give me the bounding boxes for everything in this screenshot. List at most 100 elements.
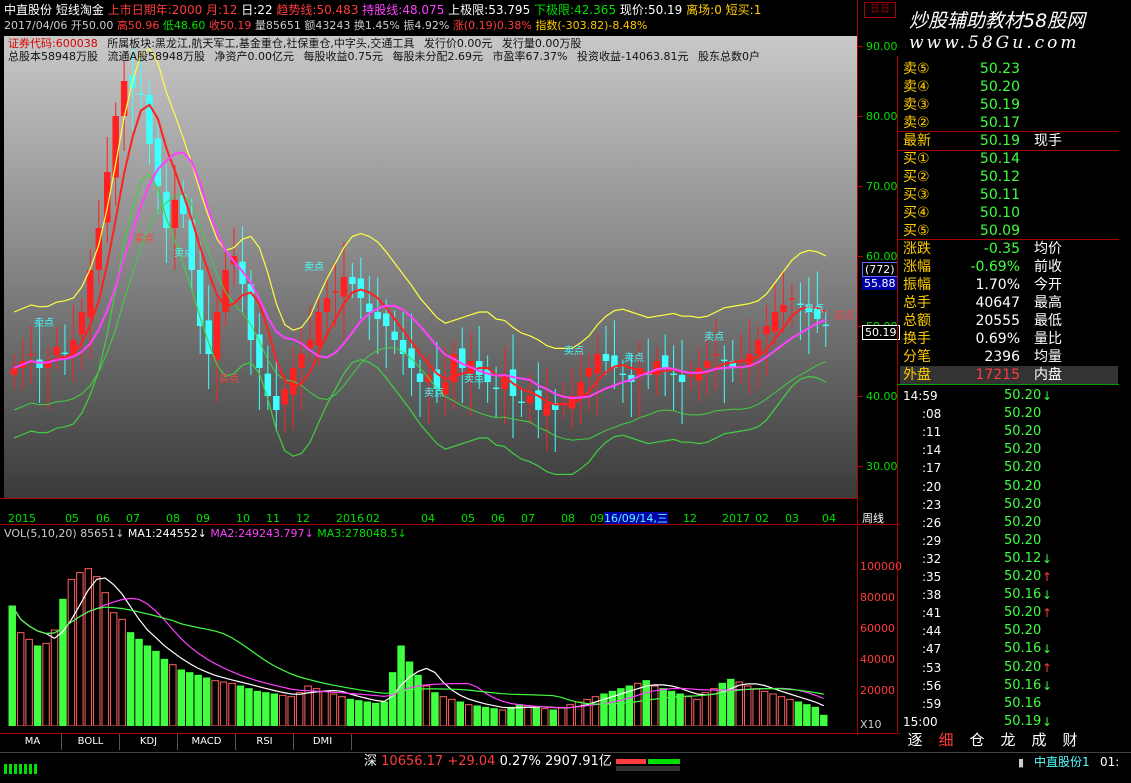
tick-row[interactable]: :56 50.16 ↓ [900,677,1118,695]
tick-row[interactable]: :59 50.16 [900,695,1118,713]
tick-row[interactable]: :17 50.20 [900,459,1118,477]
window-toggle-button[interactable]: 日日 [864,2,896,18]
tick-row[interactable]: :38 50.16 ↓ [900,586,1118,604]
tick-row[interactable]: :26 50.20 [900,514,1118,532]
tab-macd[interactable]: MACD [178,734,236,750]
stat-row[interactable]: 总额 20555 最低 [900,312,1118,330]
right-tab-4[interactable]: 成 [1024,731,1054,749]
sell-level-5[interactable]: 卖⑤ 50.23 [900,60,1118,78]
month-field: 月:12 [206,3,238,17]
updown-bar [616,756,680,771]
market-index[interactable]: 深 10656.17 +29.04 0.27% 2907.91亿 [364,753,612,771]
stat-row[interactable]: 分笔 2396 均量 [900,348,1118,366]
tick-row[interactable]: :41 50.20 ↑ [900,604,1118,622]
volume-bar [701,692,710,726]
tick-row[interactable]: :53 50.20 ↑ [900,659,1118,677]
tick-row[interactable]: :23 50.20 [900,496,1118,514]
right-tab-1[interactable]: 细 [931,731,961,749]
tick-row[interactable]: :47 50.16 ↓ [900,640,1118,658]
candle-body [822,324,829,326]
price-tick: 90.00 [866,40,898,53]
volume-tick: 20000 [860,684,895,697]
candle-body [340,277,348,297]
candle-body [391,331,398,340]
candle-body [518,401,525,403]
quote-label-2: 内盘 [1034,367,1062,383]
indicator-name[interactable]: 短线淘金 [56,3,104,17]
sell-level-2[interactable]: 卖② 50.17 [900,114,1118,132]
candle-body [602,354,610,361]
tag-55: 55.88 [862,277,898,290]
quote-value: 2396 [984,349,1020,365]
candle-body [120,81,128,116]
right-tab-2[interactable]: 仓 [962,731,992,749]
buy-level-5[interactable]: 买⑤ 50.09 [900,222,1118,240]
outer-inner-row[interactable]: 外盘 17215 内盘 [900,366,1118,384]
volume-bar [405,661,414,726]
tick-time: :44 [922,624,942,639]
buy-level-1[interactable]: 买① 50.14 [900,150,1118,168]
buy-point-label: 买点 [219,373,239,385]
tick-row[interactable]: :20 50.20 [900,478,1118,496]
volume-bar [177,669,186,726]
candle-body [780,305,787,312]
stat-row[interactable]: 涨跌 -0.35 均价 [900,240,1118,258]
quote-label: 卖④ [903,79,930,95]
right-tab-0[interactable]: 逐 [900,731,930,749]
tab-ma[interactable]: MA [4,734,62,750]
quote-value: 17215 [975,367,1020,383]
latest-price-row[interactable]: 最新 50.19 现手 [900,132,1118,150]
right-tab-5[interactable]: 财 [1055,731,1085,749]
tick-row[interactable]: :32 50.12 ↓ [900,550,1118,568]
quote-label-2: 最高 [1034,295,1062,311]
bar-turnover: 换1.45% [353,19,400,32]
volume-unit: X10 [860,718,882,731]
tab-boll[interactable]: BOLL [62,734,120,750]
quote-label: 买③ [903,187,930,203]
tab-kdj[interactable]: KDJ [120,734,178,750]
main-kline-chart[interactable]: 卖点买点卖点买点卖点卖点卖点卖点卖点卖点卖点买点92.38 [4,36,857,498]
tick-row[interactable]: :08 50.20 [900,405,1118,423]
tick-row[interactable]: :35 50.20 ↑ [900,568,1118,586]
bar-change: 涨(0.19)0.38% [452,19,532,32]
tab-dmi[interactable]: DMI [294,734,352,750]
market-index-pct: 0.27% [499,754,541,769]
right-tab-3[interactable]: 龙 [993,731,1023,749]
buy-level-4[interactable]: 买④ 50.10 [900,204,1118,222]
tick-arrow-icon: ↓ [1042,678,1053,693]
tick-row[interactable]: 15:00 50.19 ↓ [900,713,1118,731]
tab-rsi[interactable]: RSI [236,734,294,750]
volume-bar [557,706,566,726]
stat-row[interactable]: 涨幅 -0.69% 前收 [900,258,1118,276]
info-issue-volume: 发行量0.00万股 [501,37,582,50]
status-stock[interactable]: 中直股份1 [1034,755,1090,769]
buy-point-label: 买点 [834,310,854,322]
tick-row[interactable]: :44 50.20 [900,622,1118,640]
volume-chart[interactable] [4,538,857,726]
volume-bar [8,605,16,726]
stat-row[interactable]: 总手 40647 最高 [900,294,1118,312]
candle-body [374,312,381,319]
candle-body [594,354,601,374]
candle-body [53,347,60,356]
sell-level-4[interactable]: 卖④ 50.20 [900,78,1118,96]
buy-level-3[interactable]: 买③ 50.11 [900,186,1118,204]
quote-value: 50.14 [979,151,1020,167]
tick-time: :56 [922,678,942,693]
stat-row[interactable]: 换手 0.69% 量比 [900,330,1118,348]
tick-row[interactable]: :11 50.20 [900,423,1118,441]
tick-row[interactable]: 14:59 50.20 ↓ [900,387,1118,405]
tick-arrow-icon: ↓ [1042,389,1053,403]
signal-icon [4,759,42,774]
sell-level-3[interactable]: 卖③ 50.19 [900,96,1118,114]
stat-row[interactable]: 振幅 1.70% 今开 [900,276,1118,294]
tick-price: 50.20 [1004,424,1042,440]
volume-bar [245,688,253,726]
buy-level-2[interactable]: 买② 50.12 [900,168,1118,186]
tick-row[interactable]: :14 50.20 [900,441,1118,459]
hold-line-field: 持股线:48.075 [362,3,445,17]
candle-body [27,354,35,356]
lower-limit-field: 下极限:42.365 [534,3,617,17]
stock-name[interactable]: 中直股份 [4,3,52,17]
tick-row[interactable]: :29 50.20 [900,532,1118,550]
